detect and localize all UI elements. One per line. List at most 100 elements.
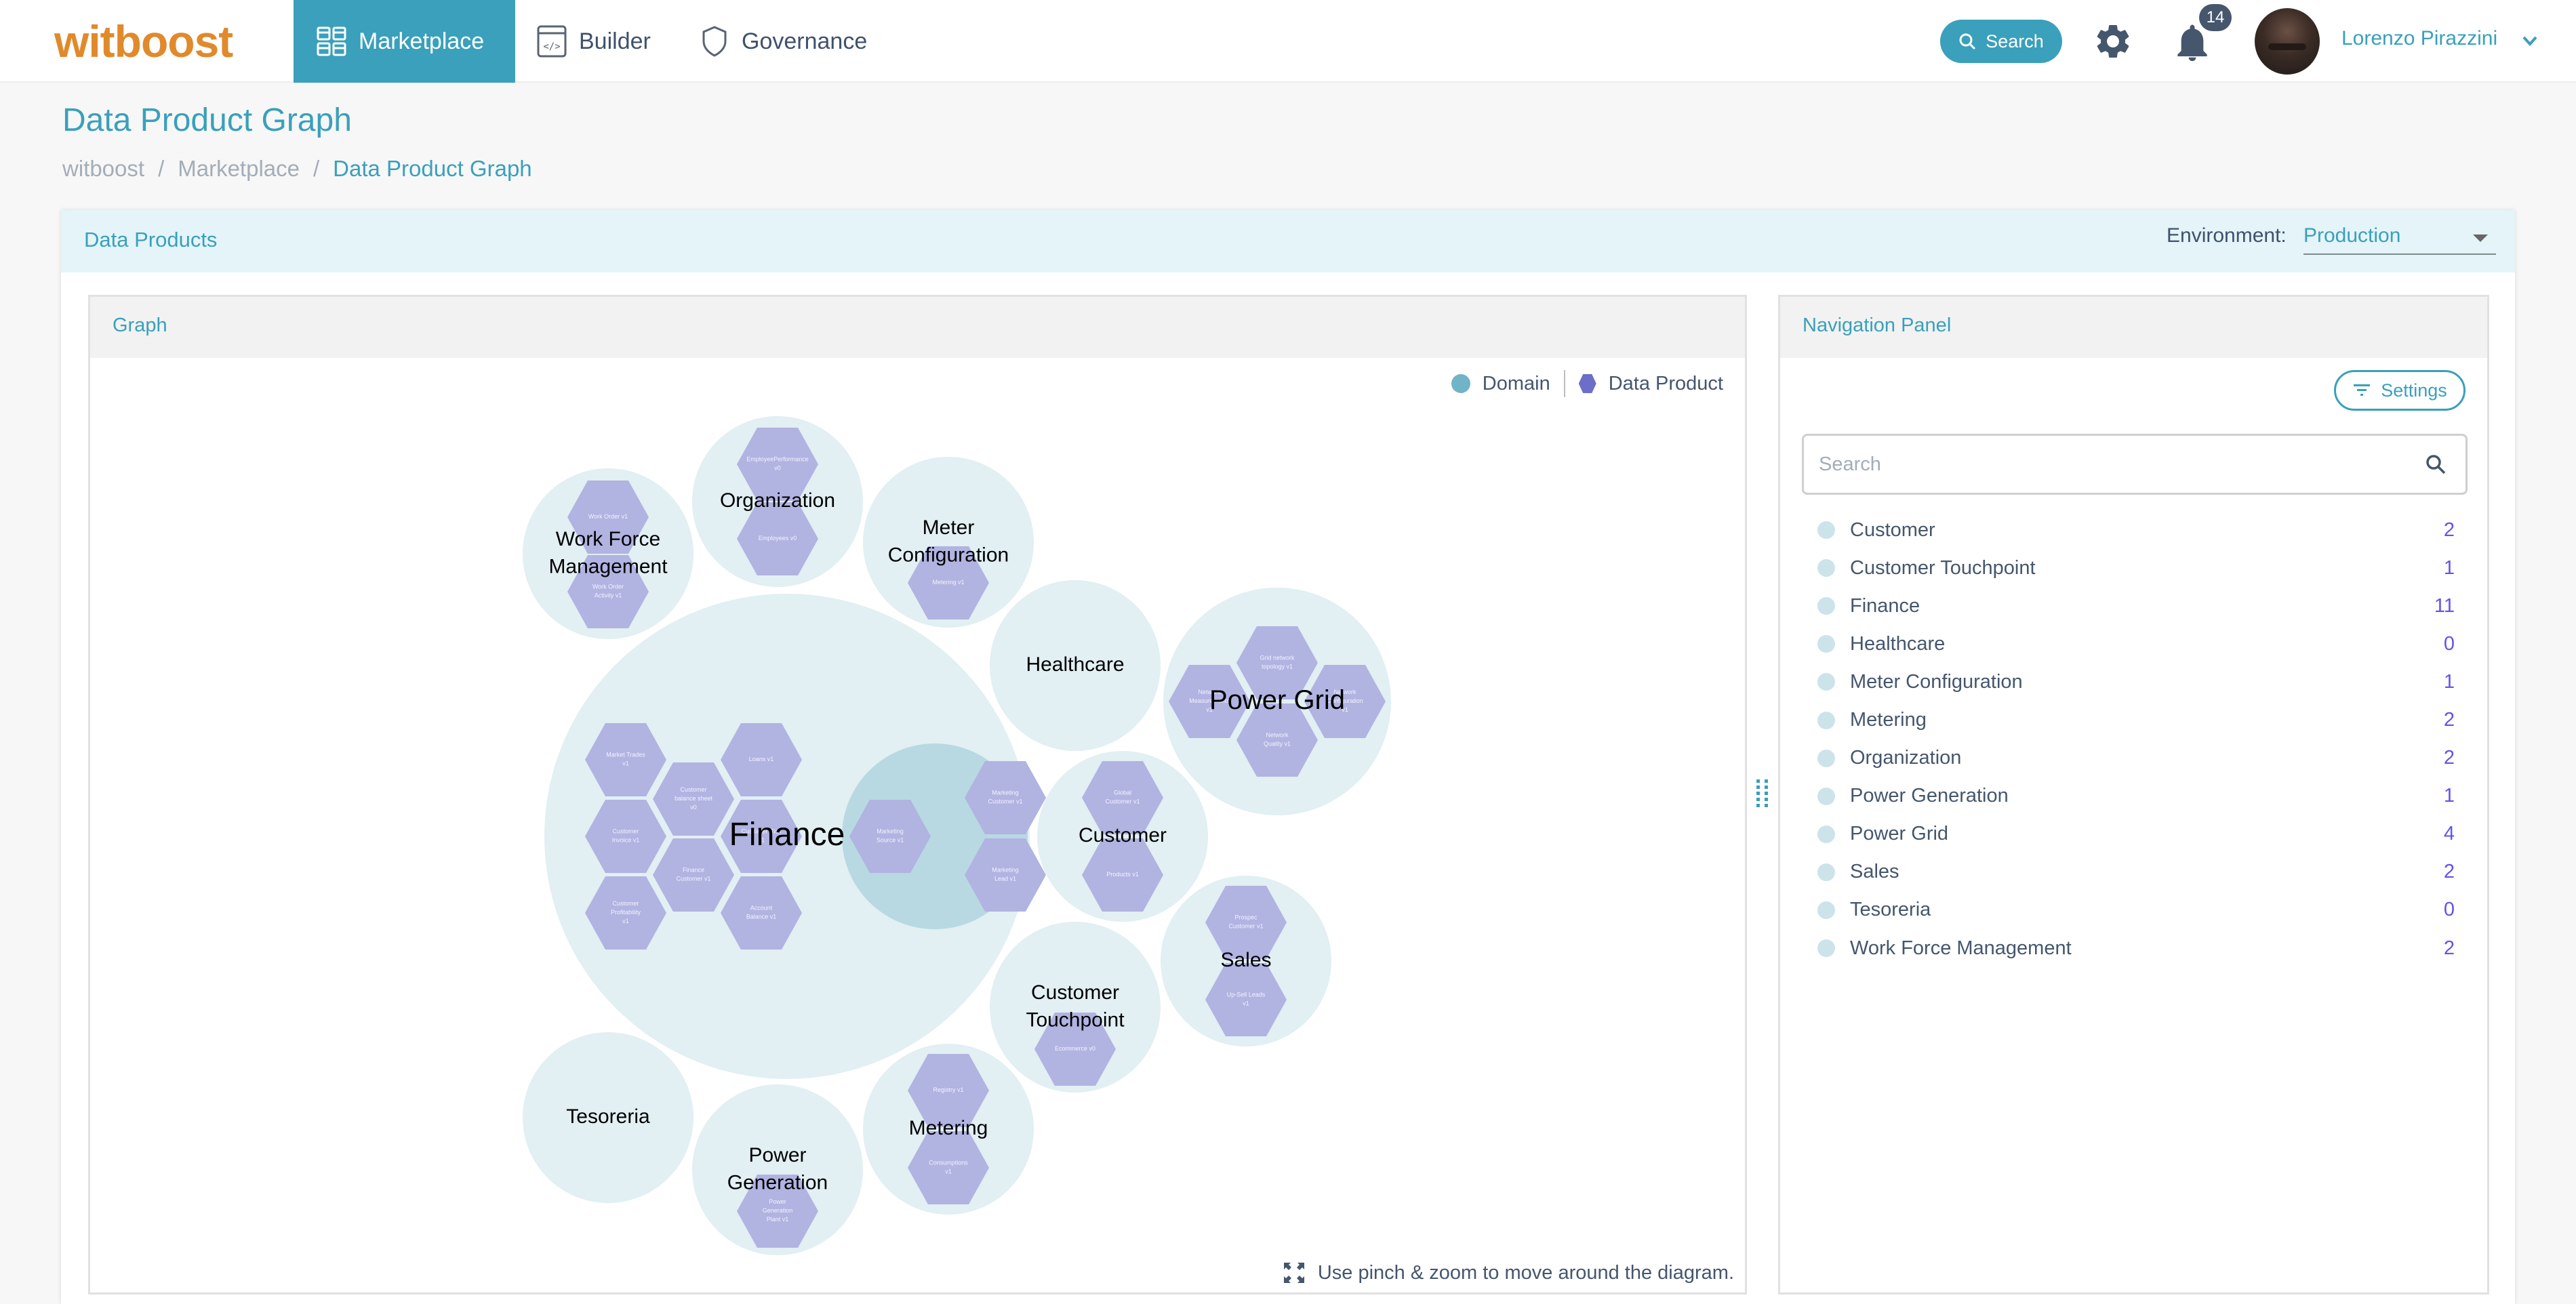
domain-node[interactable]: Global Customer v1Products v1Customer (1037, 751, 1208, 922)
graph-legend: Domain Data Product (1451, 370, 1723, 397)
environment-select[interactable]: Production (2303, 220, 2496, 255)
domain-node[interactable]: Healthcare (990, 580, 1161, 751)
user-avatar[interactable] (2255, 8, 2320, 75)
legend-data-product-label: Data Product (1608, 372, 1723, 394)
domain-search-input[interactable] (1819, 436, 2402, 493)
domain-product-count: 2 (2443, 709, 2455, 731)
domain-dot-icon (1817, 901, 1835, 919)
domain-product-count: 1 (2443, 785, 2455, 807)
witboost-logo[interactable]: witboost (54, 15, 233, 68)
settings-gear-icon[interactable] (2092, 20, 2134, 62)
domain-product-count: 2 (2443, 518, 2455, 541)
search-button-label: Search (1986, 30, 2044, 52)
top-navigation-bar: witboost Marketplace </> Builder Governa… (0, 0, 2576, 83)
domain-name: Metering (1850, 709, 1927, 731)
data-product-label: Metering v1 (932, 579, 964, 586)
page-title: Data Product Graph (62, 102, 352, 138)
breadcrumb-separator: / (313, 156, 320, 181)
domain-list-item[interactable]: Power Grid 4 (1817, 815, 2455, 853)
domain-list-item[interactable]: Healthcare 0 (1817, 625, 2455, 663)
nav-tab-governance[interactable]: Governance (698, 0, 867, 83)
domain-dot-icon (1817, 521, 1835, 539)
domain-product-count: 2 (2443, 937, 2455, 959)
data-product-label: Employees v0 (759, 535, 797, 542)
navigation-panel-title: Navigation Panel (1803, 314, 1952, 336)
domain-node[interactable]: Ecommerce v0Customer Touchpoint (990, 922, 1161, 1093)
domain-list-item[interactable]: Customer Touchpoint 1 (1817, 549, 2455, 587)
panel-resize-handle[interactable] (1754, 778, 1771, 809)
domain-node[interactable]: Work Order v1Work Order Activity v1Work F… (523, 468, 693, 639)
domain-dot-icon (1817, 597, 1835, 615)
domain-product-count: 0 (2443, 899, 2455, 921)
nav-tab-marketplace[interactable]: Marketplace (294, 0, 515, 83)
nav-tab-label: Builder (579, 28, 651, 54)
domain-name: Customer Touchpoint (1850, 556, 2036, 579)
domain-product-count: 2 (2443, 861, 2455, 883)
legend-divider (1563, 370, 1565, 397)
data-product-label: Loans v1 (749, 756, 774, 762)
domain-list-item[interactable]: Customer 2 (1817, 511, 2455, 549)
data-product-label: Products v1 (1106, 871, 1139, 878)
domain-name: Healthcare (1850, 632, 1946, 655)
domain-product-count: 1 (2443, 670, 2455, 693)
domain-node[interactable]: Tesoreria (523, 1032, 693, 1203)
breadcrumb-item-witboost[interactable]: witboost (62, 156, 144, 182)
domain-label: Customer (1079, 824, 1167, 847)
domain-label: Healthcare (1026, 653, 1124, 676)
data-product-label: Ecommerce v0 (1055, 1045, 1095, 1052)
domain-dot-icon (1817, 787, 1835, 805)
domain-label: Metering (909, 1117, 988, 1139)
filter-icon (2354, 384, 2371, 396)
graph-panel: Graph Domain Data Product Work Order v1 W… (88, 295, 1747, 1295)
search-icon[interactable] (2425, 453, 2447, 475)
domain-dot-icon (1817, 711, 1835, 729)
domain-node[interactable]: Prospec Customer v1Up-Sell Leads v1Sales (1161, 876, 1331, 1046)
data-products-header: Data Products Environment: Production (61, 210, 2515, 272)
domain-label: Tesoreria (566, 1105, 650, 1128)
domain-list-item[interactable]: Work Force Management 2 (1817, 929, 2455, 967)
domain-node[interactable]: Market Trades v1Loans v1Customer balance s… (544, 594, 1046, 1079)
domain-list-item[interactable]: Sales 2 (1817, 853, 2455, 891)
breadcrumb: witboost / Marketplace / Data Product Gr… (62, 156, 532, 182)
domain-node[interactable]: Metering v1Meter Configuration (863, 457, 1034, 628)
expand-arrows-icon (1283, 1263, 1304, 1283)
user-name[interactable]: Lorenzo Pirazzini (2341, 27, 2497, 50)
domain-list-item[interactable]: Metering 2 (1817, 701, 2455, 739)
domain-node[interactable]: EmployeePerformance v0Employees v0Organiz… (692, 416, 863, 587)
notifications-count-badge: 14 (2199, 4, 2232, 31)
domain-name: Customer (1850, 518, 1935, 541)
data-product-label: Work Order v1 (588, 513, 628, 520)
domain-name: Sales (1850, 861, 1899, 883)
breadcrumb-item-marketplace[interactable]: Marketplace (178, 156, 300, 182)
domain-search-field[interactable] (1802, 434, 2468, 495)
domain-list-item[interactable]: Meter Configuration 1 (1817, 663, 2455, 701)
domain-list-item[interactable]: Organization 2 (1817, 739, 2455, 777)
domain-list-item[interactable]: Tesoreria 0 (1817, 891, 2455, 929)
domain-node[interactable]: Registry v1Consumptions v1Metering (863, 1044, 1034, 1215)
domain-product-count: 4 (2443, 823, 2455, 845)
nav-tab-label: Governance (742, 28, 868, 54)
data-products-title: Data Products (84, 228, 218, 251)
domain-label: Finance (729, 817, 845, 853)
search-icon (1959, 33, 1976, 50)
settings-button[interactable]: Settings (2334, 370, 2466, 411)
nav-tab-builder[interactable]: </> Builder (536, 0, 651, 83)
domain-name: Meter Configuration (1850, 670, 2023, 693)
environment-label: Environment: (2167, 224, 2287, 247)
graph-panel-title: Graph (113, 314, 167, 336)
global-search-button[interactable]: Search (1940, 20, 2062, 63)
domain-node[interactable]: Power Generation Plant v1Power Generation (692, 1084, 863, 1255)
pinch-zoom-hint: Use pinch & zoom to move around the diag… (1283, 1261, 1734, 1284)
domain-list-item[interactable]: Finance 11 (1817, 587, 2455, 625)
domain-product-count: 11 (2434, 594, 2455, 617)
domain-name: Power Grid (1850, 823, 1949, 845)
legend-domain-label: Domain (1482, 372, 1550, 394)
nav-tab-label: Marketplace (359, 28, 485, 54)
domain-product-count: 1 (2443, 556, 2455, 579)
domain-list-item[interactable]: Power Generation 1 (1817, 777, 2455, 815)
domain-node[interactable]: Grid network topology v1Network Measuremen… (1163, 588, 1391, 815)
caret-down-icon (2473, 235, 2488, 242)
chevron-down-icon[interactable] (2520, 31, 2539, 54)
data-product-legend-hexagon-icon (1578, 374, 1596, 393)
domain-product-count: 0 (2443, 632, 2455, 655)
